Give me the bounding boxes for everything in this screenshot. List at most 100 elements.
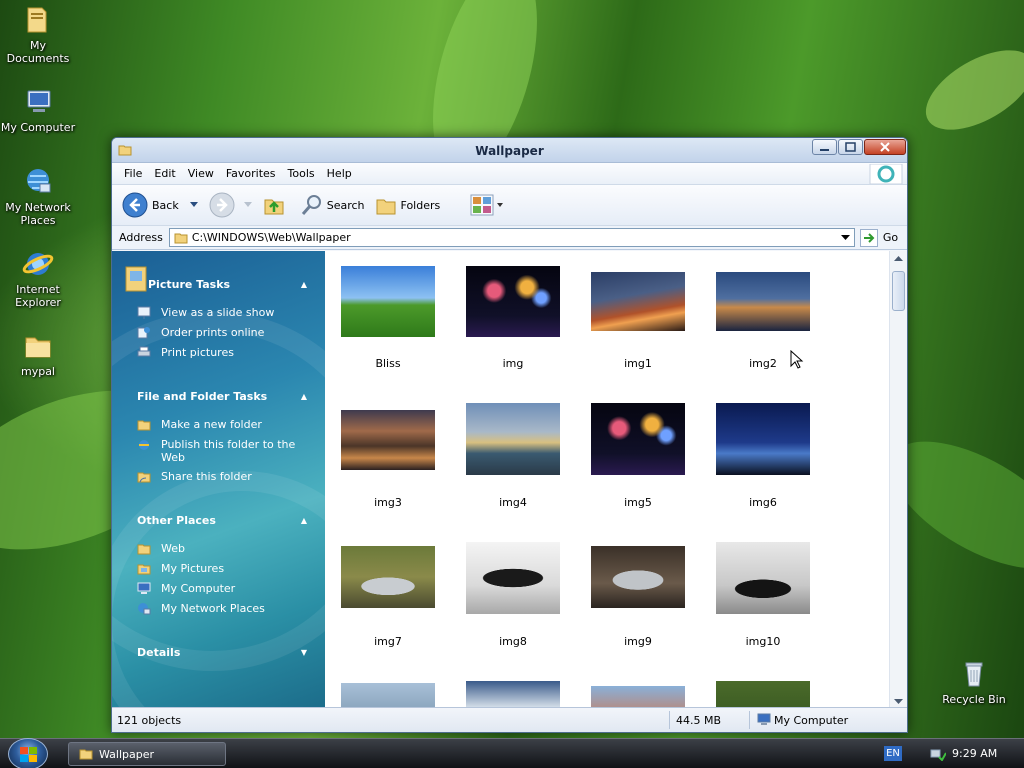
search-button[interactable]: Search bbox=[301, 194, 365, 216]
internet-explorer-icon bbox=[22, 253, 54, 275]
task-share-folder[interactable]: Share this folder bbox=[137, 470, 252, 483]
address-bar: Address C:\WINDOWS\Web\Wallpaper Go bbox=[112, 226, 907, 250]
thumbnail-image bbox=[591, 272, 685, 331]
folders-button[interactable]: Folders bbox=[375, 194, 440, 216]
place-my-network-places[interactable]: My Network Places bbox=[137, 602, 265, 615]
place-my-pictures[interactable]: My Pictures bbox=[137, 562, 224, 575]
start-button[interactable] bbox=[8, 738, 48, 768]
go-button[interactable]: Go bbox=[859, 228, 898, 247]
file-thumbnail-partial[interactable] bbox=[713, 681, 838, 709]
collapse-chevron-icon[interactable]: ▲ bbox=[301, 280, 307, 289]
thumbnail-image bbox=[716, 542, 810, 614]
network-status-icon[interactable] bbox=[930, 747, 946, 761]
views-button[interactable] bbox=[470, 194, 504, 216]
file-img9[interactable]: img9 bbox=[588, 542, 713, 667]
file-thumbnail-partial[interactable] bbox=[463, 681, 588, 709]
address-value: C:\WINDOWS\Web\Wallpaper bbox=[191, 231, 351, 244]
menu-file[interactable]: File bbox=[118, 167, 148, 180]
task-label: My Computer bbox=[161, 582, 236, 595]
details-header[interactable]: Details bbox=[137, 646, 180, 659]
desktop-icon-label-line2: Places bbox=[20, 214, 56, 227]
file-img[interactable]: img bbox=[463, 264, 588, 389]
desktop-icon-my-documents[interactable]: My Documents bbox=[0, 4, 76, 65]
desktop-icon-mypal[interactable]: mypal bbox=[0, 330, 76, 378]
back-button[interactable]: Back bbox=[122, 192, 199, 218]
language-indicator[interactable]: EN bbox=[884, 746, 902, 761]
taskbar-button-wallpaper[interactable]: Wallpaper bbox=[68, 742, 226, 766]
address-input[interactable]: C:\WINDOWS\Web\Wallpaper bbox=[168, 228, 855, 247]
collapse-chevron-icon[interactable]: ▲ bbox=[301, 516, 307, 525]
file-img5[interactable]: img5 bbox=[588, 403, 713, 528]
clock[interactable]: 9:29 AM bbox=[952, 747, 997, 760]
desktop-icon-recycle-bin[interactable]: Recycle Bin bbox=[936, 658, 1012, 706]
menu-edit[interactable]: Edit bbox=[148, 167, 181, 180]
file-img10[interactable]: img10 bbox=[713, 542, 838, 667]
standard-toolbar: Back Search Folders bbox=[112, 185, 907, 226]
task-label: Web bbox=[161, 542, 185, 555]
file-thumbnail-partial[interactable] bbox=[338, 681, 463, 709]
task-label: Share this folder bbox=[161, 470, 252, 483]
menu-tools[interactable]: Tools bbox=[282, 167, 321, 180]
thumbnail-image bbox=[466, 403, 560, 475]
close-button[interactable] bbox=[864, 139, 906, 155]
minimize-button[interactable] bbox=[812, 139, 837, 155]
desktop-icon-internet-explorer[interactable]: Internet Explorer bbox=[0, 248, 76, 309]
thumbnail-image bbox=[466, 542, 560, 614]
back-arrow-icon bbox=[122, 192, 148, 218]
window-title: Wallpaper bbox=[475, 144, 544, 158]
file-label: img3 bbox=[374, 496, 402, 509]
maximize-button[interactable] bbox=[838, 139, 863, 155]
forward-dropdown-icon[interactable] bbox=[243, 201, 253, 209]
task-label: My Network Places bbox=[161, 602, 265, 615]
maximize-icon bbox=[845, 142, 856, 152]
task-label: View as a slide show bbox=[161, 306, 275, 319]
window-titlebar[interactable]: Wallpaper bbox=[112, 138, 907, 163]
scrollbar-thumb[interactable] bbox=[892, 271, 905, 311]
task-label: Publish this folder to the bbox=[161, 438, 296, 451]
file-label: img6 bbox=[749, 496, 777, 509]
desktop-icon-label: My Computer bbox=[0, 121, 76, 134]
expand-chevron-icon[interactable]: ▼ bbox=[301, 648, 307, 657]
windows-logo-icon bbox=[20, 747, 37, 762]
file-folder-tasks-header[interactable]: File and Folder Tasks bbox=[137, 390, 267, 403]
file-img7[interactable]: img7 bbox=[338, 542, 463, 667]
task-publish-to-web[interactable]: Publish this folder to the Web bbox=[137, 438, 295, 464]
scroll-down-arrow-icon[interactable] bbox=[894, 698, 903, 705]
network-icon bbox=[138, 603, 151, 615]
desktop-icon-my-computer[interactable]: My Computer bbox=[0, 86, 76, 134]
place-my-computer[interactable]: My Computer bbox=[137, 582, 235, 595]
task-order-prints[interactable]: Order prints online bbox=[137, 326, 264, 339]
menu-favorites[interactable]: Favorites bbox=[220, 167, 282, 180]
folders-icon bbox=[376, 199, 396, 215]
task-view-slideshow[interactable]: View as a slide show bbox=[137, 306, 274, 319]
forward-arrow-icon bbox=[209, 192, 235, 218]
address-dropdown-icon[interactable] bbox=[840, 234, 850, 241]
other-places-header[interactable]: Other Places bbox=[137, 514, 216, 527]
task-make-new-folder[interactable]: Make a new folder bbox=[137, 418, 262, 431]
menu-help[interactable]: Help bbox=[321, 167, 358, 180]
taskbar-button-label: Wallpaper bbox=[99, 747, 155, 761]
folder-icon bbox=[137, 544, 151, 555]
file-img1[interactable]: img1 bbox=[588, 264, 713, 389]
file-img3[interactable]: img3 bbox=[338, 403, 463, 528]
task-print-pictures[interactable]: Print pictures bbox=[137, 346, 234, 359]
back-dropdown-icon[interactable] bbox=[189, 201, 199, 209]
task-pane: Picture Tasks ▲ View as a slide show Ord… bbox=[112, 251, 325, 709]
place-web[interactable]: Web bbox=[137, 542, 185, 555]
picture-tasks-header[interactable]: Picture Tasks bbox=[148, 278, 230, 291]
desktop-icon-my-network-places[interactable]: My Network Places bbox=[0, 166, 76, 227]
file-img6[interactable]: img6 bbox=[713, 403, 838, 528]
order-prints-icon bbox=[137, 327, 150, 339]
collapse-chevron-icon[interactable]: ▲ bbox=[301, 392, 307, 401]
file-img4[interactable]: img4 bbox=[463, 403, 588, 528]
file-img8[interactable]: img8 bbox=[463, 542, 588, 667]
menu-view[interactable]: View bbox=[182, 167, 220, 180]
file-thumbnail-partial[interactable] bbox=[588, 681, 713, 709]
file-label: img8 bbox=[499, 635, 527, 648]
vertical-scrollbar[interactable] bbox=[889, 251, 907, 709]
up-folder-button[interactable] bbox=[263, 194, 285, 216]
scroll-up-arrow-icon[interactable] bbox=[894, 255, 903, 262]
file-img2[interactable]: img2 bbox=[713, 264, 838, 389]
file-bliss[interactable]: Bliss bbox=[338, 264, 463, 389]
forward-button[interactable] bbox=[209, 192, 253, 218]
